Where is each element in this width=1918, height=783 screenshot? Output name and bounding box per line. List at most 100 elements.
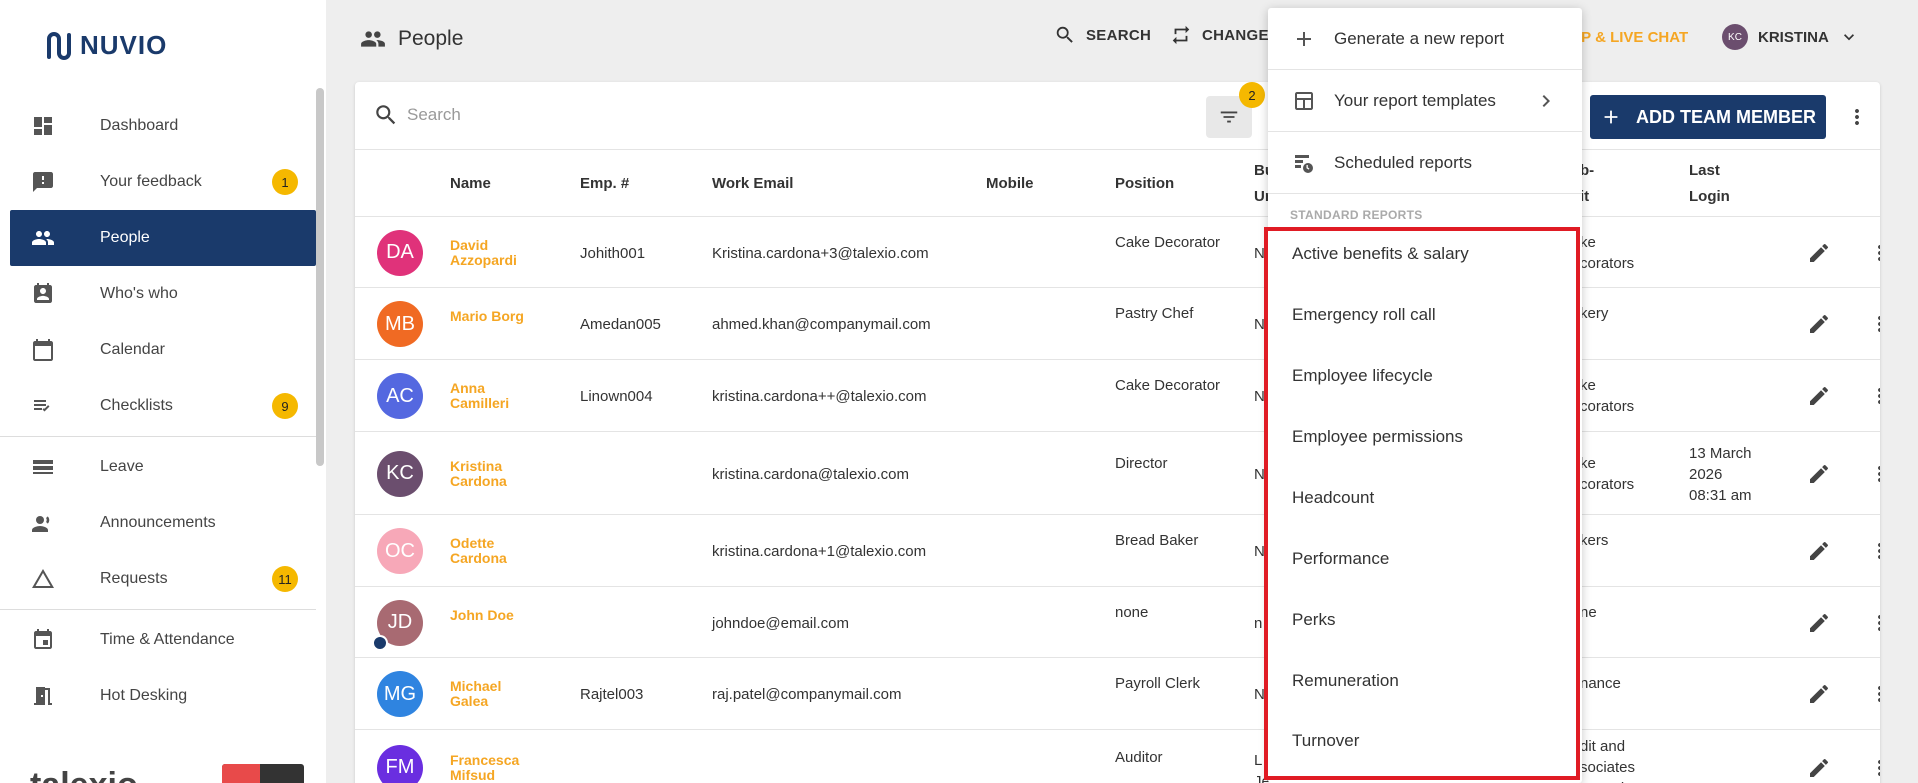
avatar[interactable]: MB	[377, 301, 423, 347]
avatar[interactable]: FM	[377, 744, 423, 783]
employee-name-link[interactable]: Michael Galea	[450, 679, 540, 709]
standard-report-item[interactable]: Turnover	[1292, 731, 1359, 751]
edit-icon[interactable]	[1807, 611, 1831, 635]
standard-report-item[interactable]: Employee permissions	[1292, 427, 1463, 447]
avatar-initials: DA	[386, 241, 414, 263]
more-vert-icon[interactable]	[1868, 756, 1880, 780]
edit-icon[interactable]	[1807, 462, 1831, 486]
edit-icon[interactable]	[1807, 682, 1831, 706]
global-search-button[interactable]: SEARCH	[1054, 24, 1151, 46]
employee-name-link[interactable]: Francesca Mifsud	[450, 752, 540, 783]
employee-name-link[interactable]: Kristina Cardona	[450, 458, 540, 489]
more-vert-icon[interactable]	[1868, 312, 1880, 336]
table-row[interactable]: FMFrancesca MifsudAuditorL Jewellersdit …	[355, 730, 1880, 783]
edit-icon[interactable]	[1807, 241, 1831, 265]
user-menu[interactable]: KC KRISTINA	[1722, 24, 1859, 50]
standard-report-item[interactable]: Active benefits & salary	[1292, 244, 1469, 264]
standard-report-item[interactable]: Employee lifecycle	[1292, 366, 1433, 386]
generate-report-item[interactable]: Generate a new report	[1268, 8, 1582, 70]
feedback-count-badge: 1	[272, 169, 298, 195]
more-vert-icon[interactable]	[1868, 539, 1880, 563]
employee-number: Rajtel003	[580, 686, 644, 703]
standard-report-item[interactable]: Performance	[1292, 549, 1389, 569]
chevron-right-icon	[1542, 94, 1550, 107]
edit-icon[interactable]	[1807, 312, 1831, 336]
more-vert-icon[interactable]	[1868, 462, 1880, 486]
sidebar-item-leave[interactable]: Leave	[0, 439, 326, 495]
sidebar-item-hot-desking[interactable]: Hot Desking	[0, 668, 326, 724]
table-row[interactable]: KC Kristina Cardona kristina.cardona@talex…	[355, 432, 1880, 515]
column-header-position[interactable]: Position	[1115, 171, 1174, 197]
table-row[interactable]: MG Michael Galea Rajtel003 raj.patel@compan…	[355, 658, 1880, 730]
table-row[interactable]: OC Odette Cardona kristina.cardona+1@talex…	[355, 515, 1880, 587]
edit-icon[interactable]	[1807, 539, 1831, 563]
help-live-chat-link[interactable]: LP & LIVE CHAT	[1572, 29, 1688, 46]
standard-report-item[interactable]: Remuneration	[1292, 671, 1399, 691]
more-vert-icon[interactable]	[1868, 682, 1880, 706]
employee-name-link[interactable]: Mario Borg	[450, 309, 540, 324]
table-row[interactable]: DA David Azzopardi Johith001 Kristina.cardo…	[355, 217, 1880, 288]
sidebar-item-calendar[interactable]: Calendar	[0, 322, 326, 378]
sidebar-item-announcements[interactable]: Announcements	[0, 495, 326, 551]
employee-number: Johith001	[580, 244, 646, 262]
column-header-emp[interactable]: Emp. #	[580, 171, 629, 197]
employee-position: Auditor	[1115, 748, 1163, 766]
column-header-name[interactable]: Name	[450, 171, 491, 197]
table-row[interactable]: JD John Doe johndoe@email.com none n ne	[355, 587, 1880, 658]
leave-icon	[30, 454, 56, 480]
add-team-member-button[interactable]: ADD TEAM MEMBER	[1590, 95, 1826, 139]
avatar-initials: AC	[386, 384, 414, 407]
employee-name-link[interactable]: Odette Cardona	[450, 536, 540, 566]
column-header-email[interactable]: Work Email	[712, 171, 793, 197]
employee-sub-unit: ke corators	[1580, 377, 1635, 415]
table-row[interactable]: AC Anna Camilleri Linown004 kristina.cardon…	[355, 360, 1880, 432]
report-templates-item[interactable]: Your report templates	[1268, 70, 1582, 132]
sidebar-item-whos-who[interactable]: Who's who	[0, 266, 326, 322]
sidebar-nav: Dashboard Your feedback 1 People Who's w…	[0, 98, 326, 724]
standard-report-item[interactable]: Emergency roll call	[1292, 305, 1436, 325]
edit-icon[interactable]	[1807, 756, 1831, 780]
scheduled-reports-item[interactable]: Scheduled reports	[1268, 132, 1582, 194]
edit-icon[interactable]	[1807, 384, 1831, 408]
employee-name-link[interactable]: John Doe	[450, 607, 540, 623]
user-avatar: KC	[1722, 24, 1748, 50]
sidebar-divider	[0, 436, 316, 437]
avatar-initials: MG	[383, 682, 417, 705]
column-header-sub-unit[interactable]: b-	[1580, 158, 1594, 184]
sidebar-item-requests[interactable]: Requests 11	[0, 551, 326, 607]
avatar[interactable]: OC	[377, 528, 423, 574]
avatar[interactable]: DA	[377, 229, 423, 276]
employee-position: Pastry Chef	[1115, 305, 1194, 322]
sidebar-item-your-feedback[interactable]: Your feedback 1	[0, 154, 326, 210]
standard-report-item[interactable]: Perks	[1292, 610, 1335, 630]
sidebar-item-dashboard[interactable]: Dashboard	[0, 98, 326, 154]
more-vert-icon[interactable]	[1868, 241, 1880, 265]
avatar[interactable]: KC	[377, 450, 423, 497]
more-vert-icon[interactable]	[1868, 611, 1880, 635]
more-vert-icon[interactable]	[1868, 384, 1880, 408]
calendar-icon	[30, 337, 56, 363]
standard-report-item[interactable]: Headcount	[1292, 488, 1374, 508]
column-header-mobile[interactable]: Mobile	[986, 171, 1034, 197]
app-logo[interactable]: NUVIO	[44, 30, 167, 61]
change-label: CHANGE	[1202, 26, 1269, 44]
sidebar-item-checklists[interactable]: Checklists 9	[0, 378, 326, 434]
change-button[interactable]: CHANGE	[1170, 24, 1269, 46]
sidebar-item-time-attendance[interactable]: Time & Attendance	[0, 612, 326, 668]
checklist-icon	[30, 393, 56, 419]
more-vert-icon[interactable]	[1845, 104, 1869, 130]
column-header-last-login[interactable]: Last	[1689, 158, 1720, 184]
people-search-input[interactable]	[407, 98, 1007, 132]
requests-count-badge: 11	[272, 566, 298, 592]
account-icon	[372, 634, 388, 651]
employee-name-link[interactable]: Anna Camilleri	[450, 381, 540, 411]
footer-chip[interactable]	[222, 764, 304, 783]
filter-icon	[1220, 111, 1238, 123]
generate-report-label: Generate a new report	[1334, 28, 1505, 48]
avatar[interactable]: MG	[377, 671, 423, 717]
employee-name-link[interactable]: David Azzopardi	[450, 237, 540, 268]
table-row[interactable]: MB Mario Borg Amedan005 ahmed.khan@companym…	[355, 288, 1880, 360]
avatar[interactable]: AC	[377, 373, 423, 419]
sidebar-item-people[interactable]: People	[10, 210, 316, 266]
employee-email: ahmed.khan@companymail.com	[712, 316, 931, 333]
